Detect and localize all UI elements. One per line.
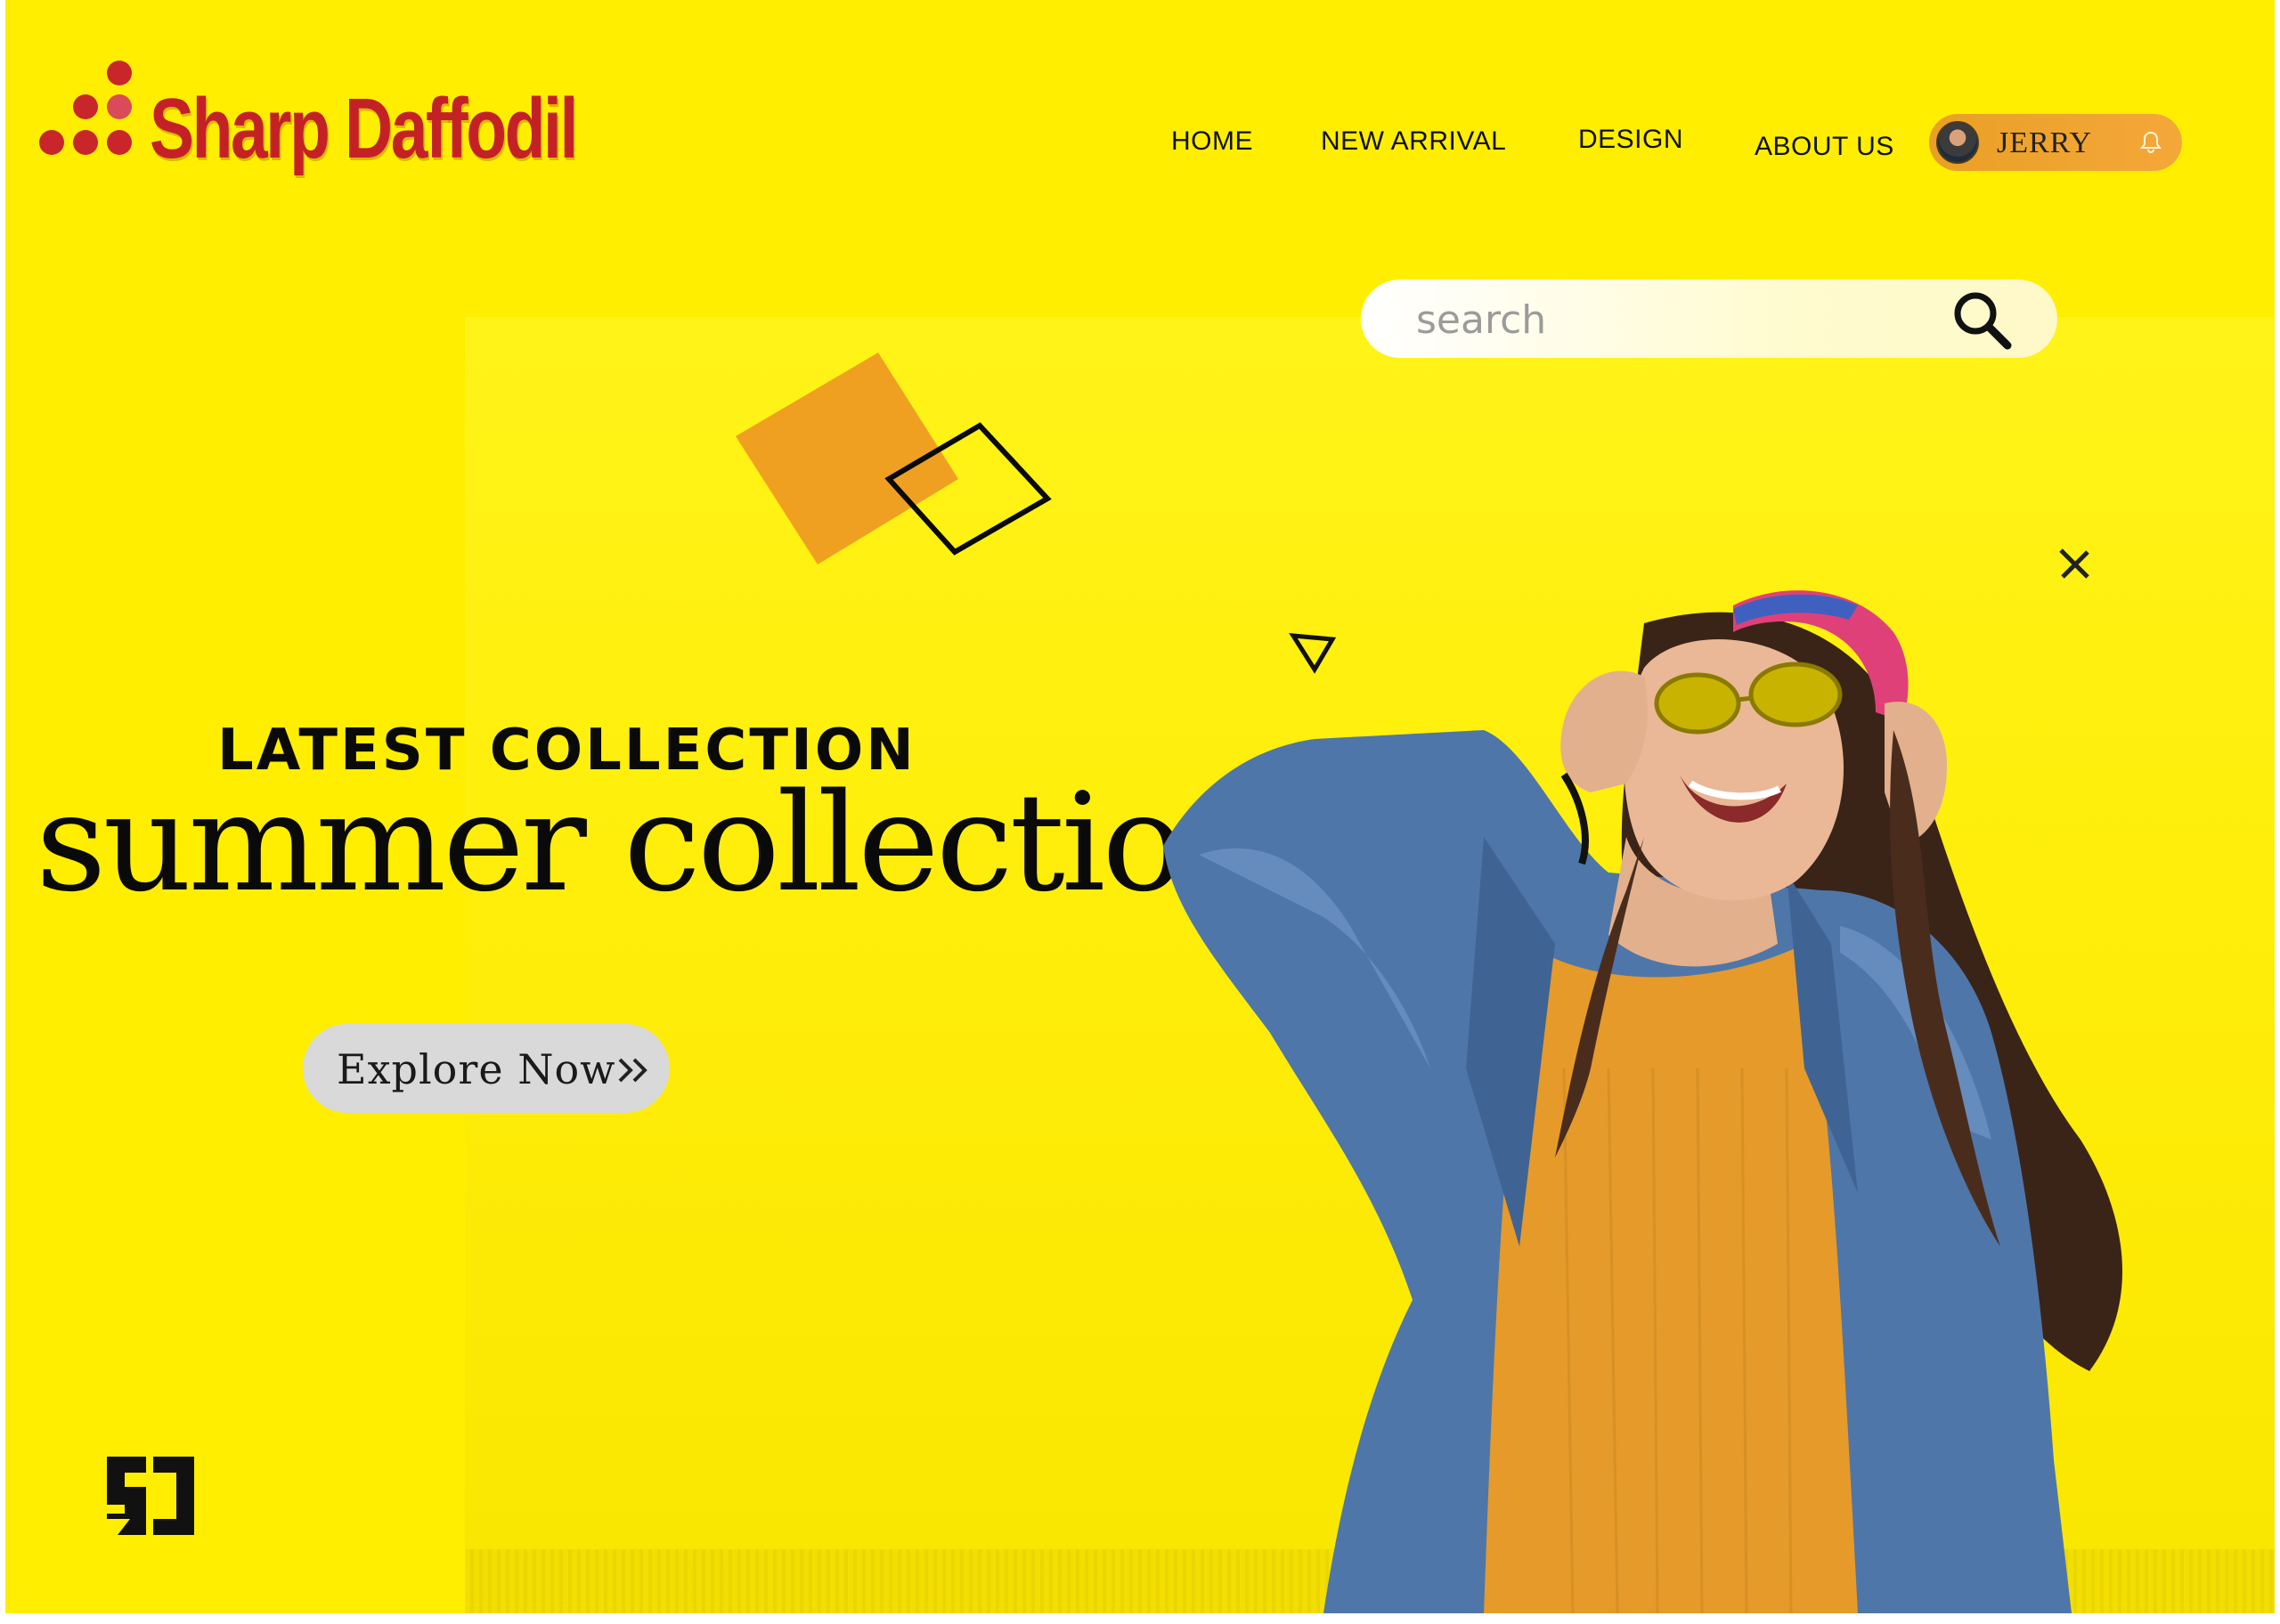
brand-logo[interactable]: Sharp Daffodil: [32, 55, 578, 189]
model-photo: [1163, 590, 2123, 1613]
hero-headline: summer collection: [36, 764, 1270, 922]
brand-name: Sharp Daffodil: [150, 81, 578, 176]
double-chevron-right-icon: [618, 1058, 647, 1083]
search-bar[interactable]: search: [1361, 280, 2057, 358]
bell-icon[interactable]: [2139, 130, 2162, 155]
explore-now-label: Explore Now: [337, 1045, 616, 1093]
search-input[interactable]: search: [1416, 297, 1546, 343]
logo-dot: [73, 94, 98, 119]
footer-logo-icon: [107, 1457, 194, 1535]
user-name: JERRY: [1997, 126, 2093, 159]
logo-dot: [107, 61, 132, 85]
page-frame: Sharp Daffodil HOME NEW ARRIVAL DESIGN A…: [5, 0, 2275, 1613]
logo-dot: [107, 130, 132, 155]
explore-now-button[interactable]: Explore Now: [303, 1024, 670, 1113]
nav-new-arrival[interactable]: NEW ARRIVAL: [1321, 126, 1506, 157]
avatar[interactable]: [1936, 121, 1979, 164]
logo-dot: [107, 94, 132, 119]
nav-about-us[interactable]: ABOUT US: [1755, 132, 1894, 162]
logo-dot: [73, 130, 98, 155]
search-icon[interactable]: [1949, 287, 2016, 354]
nav-design[interactable]: DESIGN: [1578, 125, 1683, 155]
nav-home[interactable]: HOME: [1171, 126, 1253, 157]
logo-dot: [39, 130, 64, 155]
decorative-squares: [736, 353, 1052, 564]
user-menu[interactable]: JERRY: [1929, 114, 2182, 171]
